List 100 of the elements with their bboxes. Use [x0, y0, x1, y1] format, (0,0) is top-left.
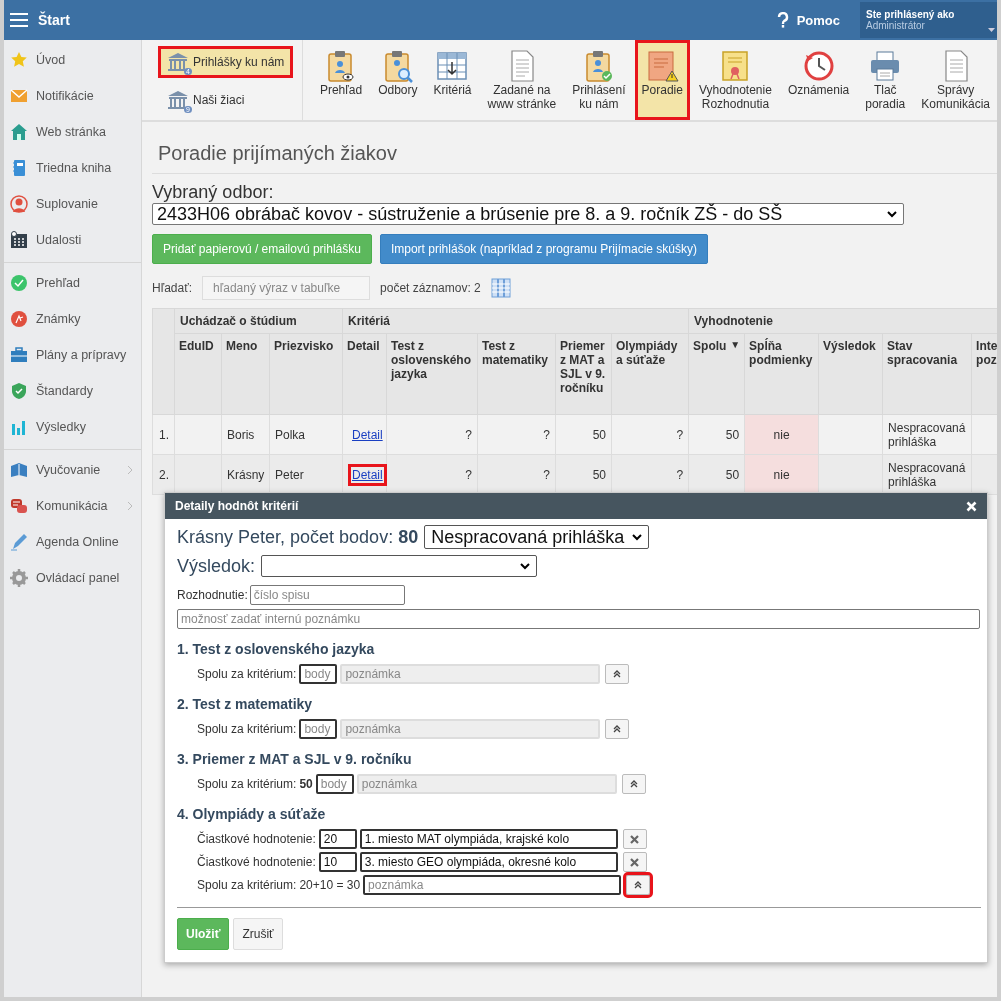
app-title[interactable]: Štart	[38, 12, 70, 28]
points-field[interactable]: 20	[318, 829, 357, 849]
table-cell: ?	[386, 414, 478, 455]
sidebar-item[interactable]: Notifikácie	[4, 78, 141, 114]
table-cell: ?	[611, 414, 689, 455]
row-label: Spolu za kritérium:	[197, 667, 297, 681]
table-cell: 50	[555, 414, 612, 455]
shield-icon	[10, 382, 28, 400]
column-header[interactable]: Výsledok	[818, 333, 883, 415]
calendar-icon	[10, 231, 28, 249]
status-select[interactable]: Nespracovaná prihláška	[424, 525, 650, 549]
sidebar-item[interactable]: Agenda Online	[4, 524, 141, 560]
criterion-title: 4. Olympiády a súťaže	[177, 806, 327, 822]
sidebar-item[interactable]: Štandardy	[4, 373, 141, 409]
star-icon	[10, 51, 28, 69]
points-field[interactable]: body	[299, 664, 338, 684]
remove-button[interactable]	[622, 829, 647, 849]
column-header[interactable]: Detail	[342, 333, 387, 415]
sidebar-item[interactable]: Triedna kniha	[4, 150, 141, 186]
help-link[interactable]: Pomoc	[796, 12, 840, 28]
column-header[interactable]: Spĺňa podmienky	[744, 333, 819, 415]
expand-button[interactable]	[621, 774, 646, 794]
caret-icon	[887, 210, 897, 218]
note-field[interactable]: 1. miesto MAT olympiáda, krajské kolo	[359, 829, 618, 849]
menu-icon[interactable]	[10, 13, 28, 27]
column-header[interactable]: Stav spracovania	[882, 333, 972, 415]
expand-button[interactable]	[605, 664, 630, 684]
row-number: 1.	[152, 414, 175, 455]
column-header[interactable]: Olympiády a súťaže	[611, 333, 689, 415]
points-field[interactable]: 10	[318, 852, 357, 872]
warning-document-icon	[645, 49, 680, 83]
envelope-icon	[10, 87, 28, 105]
sidebar-item[interactable]: Prehľad	[4, 265, 141, 301]
toolbar-button[interactable]: Odbory	[371, 40, 425, 120]
column-header[interactable]: EduID	[174, 333, 222, 415]
row-label: Spolu za kritérium:	[197, 722, 297, 736]
file-number-field[interactable]: číslo spisu	[249, 585, 405, 605]
book-icon	[10, 461, 28, 479]
chevron-icon	[127, 501, 133, 511]
table-icon	[435, 49, 470, 83]
toolbar-button[interactable]: Správy Komunikácia	[914, 40, 997, 120]
caret-icon	[988, 28, 995, 32]
chat-icon	[10, 497, 28, 515]
sidebar-item[interactable]: Udalosti	[4, 222, 141, 258]
sidebar-item[interactable]: Výsledky	[4, 409, 141, 445]
note-field[interactable]: 3. miesto GEO olympiáda, okresné kolo	[359, 852, 618, 872]
toolbar-button[interactable]: Vyhodnotenie Rozhodnutia	[691, 40, 779, 120]
help-icon[interactable]	[776, 12, 789, 28]
column-header[interactable]: Spolu ▼	[688, 333, 745, 415]
criterion-title: 1. Test z oslovenského jazyka	[177, 641, 376, 657]
check-circle-icon	[10, 274, 28, 292]
person-icon	[10, 195, 28, 213]
criterion-title: 3. Priemer z MAT a SJL v 9. ročníku	[177, 751, 413, 767]
toolbar-button[interactable]: Kritériá	[426, 40, 479, 120]
column-header[interactable]: Test z oslovenského jazyka	[386, 333, 478, 415]
caret-icon	[632, 533, 643, 541]
sidebar-item[interactable]: Vyučovanie	[4, 452, 141, 488]
record-count: počet záznamov: 2	[380, 281, 481, 295]
chevron-icon	[127, 465, 133, 475]
sidebar-item[interactable]: Úvod	[4, 42, 141, 78]
expand-button[interactable]	[626, 875, 651, 895]
toolbar-button[interactable]: Tlač poradia	[858, 40, 913, 120]
sidebar-item[interactable]: Známky	[4, 301, 141, 337]
points-field[interactable]: body	[299, 719, 338, 739]
remove-button[interactable]	[622, 852, 647, 872]
column-header[interactable]: Priemer z MAT a SJL v 9. ročníku	[555, 333, 612, 415]
sidebar-item[interactable]: Suplovanie	[4, 186, 141, 222]
detail-link[interactable]: Detail	[348, 463, 387, 486]
row-label: Čiastkové hodnotenie:	[197, 855, 316, 869]
criterion-title: 2. Test z matematiky	[177, 696, 314, 712]
toolbar-button[interactable]: Prihlásení ku nám	[565, 40, 633, 120]
sidebar-item[interactable]: Web stránka	[4, 114, 141, 150]
bar-chart-icon	[10, 418, 28, 436]
toolbar-button[interactable]: Zadané na www stránke	[480, 40, 564, 120]
action-button[interactable]: Import prihlášok (napríklad z programu Prijímacie skúšky)	[379, 234, 709, 264]
points-field[interactable]: body	[315, 774, 354, 794]
sidebar-item[interactable]: Komunikácia	[4, 488, 141, 524]
column-header[interactable]: Meno	[221, 333, 270, 415]
toolbar-button[interactable]: Poradie	[634, 40, 690, 120]
gear-icon	[10, 569, 28, 587]
toolbar-button[interactable]: Prehľad	[312, 40, 370, 120]
search-field[interactable]: hľadaný výraz v tabuľke	[202, 276, 371, 300]
column-group-header: Uchádzač o štúdium	[174, 308, 343, 334]
program-select[interactable]: 2433H06 obrábač kovov - sústruženie a brúsenie pre 8. a 9. ročník ZŠ - do SŠ	[152, 203, 904, 225]
result-select[interactable]	[261, 555, 538, 577]
column-group-header: Kritériá	[342, 308, 689, 334]
column-header[interactable]: Test z matematiky	[477, 333, 556, 415]
column-header[interactable]: Inte poz	[971, 333, 997, 415]
close-icon[interactable]	[966, 500, 977, 512]
note-field[interactable]: poznámka	[363, 875, 622, 895]
row-label: Čiastkové hodnotenie:	[197, 832, 316, 846]
expand-button[interactable]	[605, 719, 630, 739]
sidebar-item[interactable]: Ovládací panel	[4, 560, 141, 596]
toolbar-button[interactable]: Oznámenia	[780, 40, 857, 120]
user-menu[interactable]: Ste prihlásený ako Administrátor	[860, 2, 997, 38]
note-field[interactable]: možnosť zadať internú poznámku	[177, 609, 980, 629]
dialog-button[interactable]: Zrušiť	[233, 918, 283, 950]
column-header[interactable]: Priezvisko	[269, 333, 343, 415]
sidebar-item[interactable]: Plány a prípravy	[4, 337, 141, 373]
double-chevron-icon	[613, 670, 622, 678]
